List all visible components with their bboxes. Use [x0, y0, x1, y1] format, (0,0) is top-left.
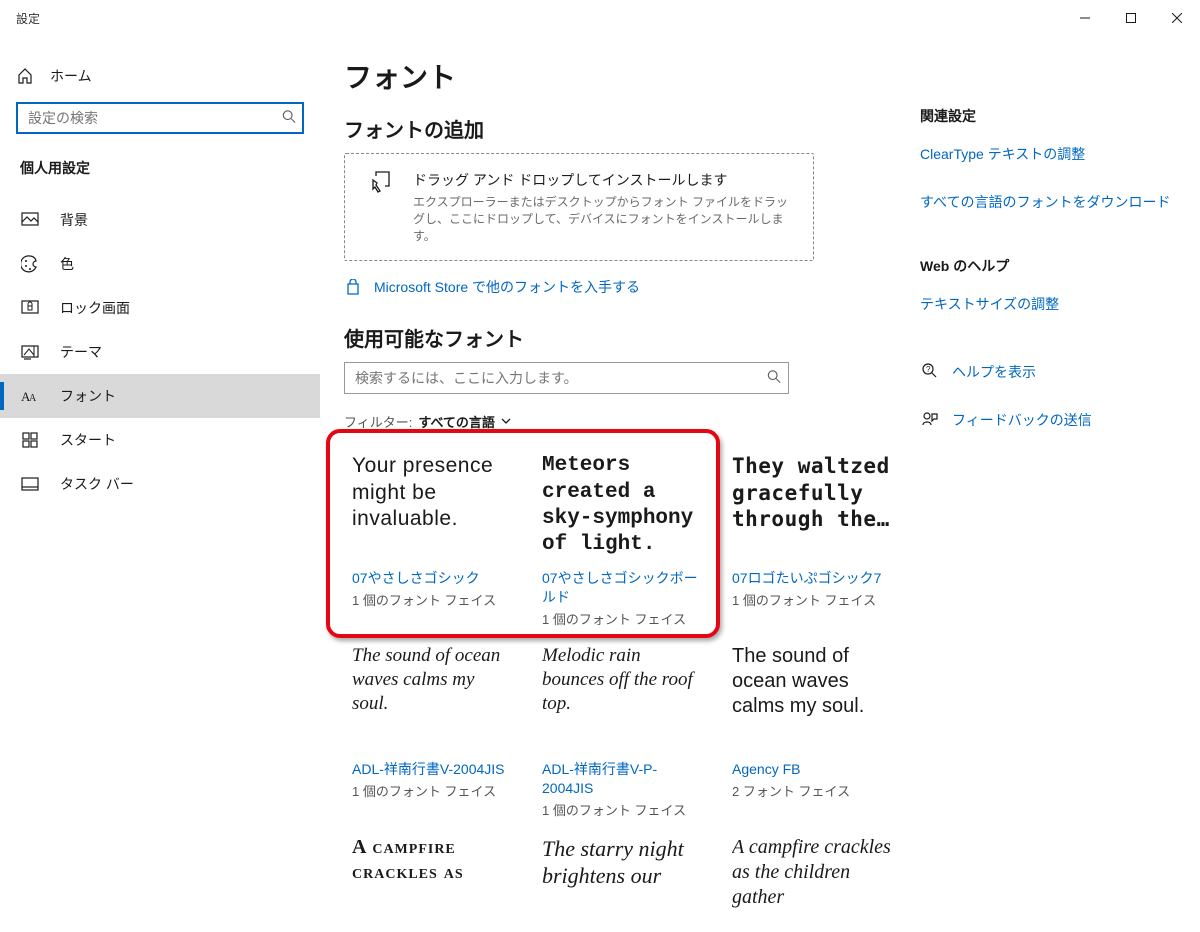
- font-dropzone[interactable]: ドラッグ アンド ドロップしてインストールします エクスプローラーまたはデスクト…: [344, 153, 814, 261]
- font-card[interactable]: The sound of ocean waves calms my soul. A…: [724, 632, 902, 823]
- themes-icon: [20, 342, 40, 362]
- sidebar-home-label: ホーム: [50, 66, 92, 86]
- window-title: 設定: [16, 10, 40, 27]
- font-name: ADL-祥南行書V-P-2004JIS: [542, 760, 704, 798]
- maximize-button[interactable]: [1108, 2, 1154, 34]
- font-sample: The sound of ocean waves calms my soul.: [352, 644, 514, 754]
- font-faces: 2 フォント フェイス: [732, 781, 894, 800]
- shopping-bag-icon: [344, 278, 362, 296]
- feedback-link[interactable]: フィードバックの送信: [920, 406, 1180, 434]
- colors-icon: [20, 254, 40, 274]
- download-all-fonts-link[interactable]: すべての言語のフォントをダウンロード: [920, 188, 1180, 216]
- font-sample: A campfire crackles as: [352, 835, 514, 932]
- sidebar-item-taskbar[interactable]: タスク バー: [0, 462, 320, 506]
- font-faces: 1 個のフォント フェイス: [352, 590, 514, 609]
- search-icon: [767, 370, 781, 387]
- font-card[interactable]: Your presence might be invaluable. 07やさしさ…: [344, 441, 522, 632]
- sidebar-item-label: フォント: [60, 386, 116, 406]
- filter-value: すべての言語: [418, 412, 495, 431]
- sidebar-item-label: 色: [60, 254, 74, 274]
- font-card[interactable]: The sound of ocean waves calms my soul. A…: [344, 632, 522, 823]
- content: フォント フォントの追加 ドラッグ アンド ドロップしてインストールします エク…: [320, 56, 920, 932]
- taskbar-icon: [20, 474, 40, 494]
- font-sample: A campfire crackles as the children gath…: [732, 835, 894, 932]
- sidebar-item-label: ロック画面: [60, 298, 130, 318]
- lockscreen-icon: [20, 298, 40, 318]
- font-sample: Your presence might be invaluable.: [352, 453, 514, 563]
- feedback-icon: [920, 409, 940, 429]
- drag-drop-icon: [367, 170, 395, 198]
- get-help-label: ヘルプを表示: [952, 364, 1036, 380]
- ms-store-link-label: Microsoft Store で他のフォントを入手する: [374, 277, 640, 297]
- minimize-button[interactable]: [1062, 2, 1108, 34]
- font-card[interactable]: The starry night brightens our: [534, 823, 712, 932]
- sidebar-item-label: テーマ: [60, 342, 102, 362]
- font-sample: Melodic rain bounces off the roof top.: [542, 644, 704, 754]
- get-help-link[interactable]: ? ヘルプを表示: [920, 358, 1180, 386]
- font-card[interactable]: A campfire crackles as: [344, 823, 522, 932]
- sidebar-item-background[interactable]: 背景: [0, 198, 320, 242]
- font-name: ADL-祥南行書V-2004JIS: [352, 760, 514, 779]
- font-sample: The starry night brightens our: [542, 835, 704, 932]
- font-name: 07やさしさゴシック: [352, 569, 514, 588]
- font-search-input[interactable]: [344, 362, 789, 394]
- text-size-link[interactable]: テキストサイズの調整: [920, 290, 1180, 318]
- filter-dropdown[interactable]: フィルター: すべての言語: [344, 412, 900, 431]
- sidebar-home[interactable]: ホーム: [0, 56, 320, 96]
- web-help-header: Web のヘルプ: [920, 256, 1180, 276]
- chevron-down-icon: [501, 414, 511, 429]
- font-sample: They waltzed gracefully through the…: [732, 453, 894, 563]
- search-icon: [282, 110, 296, 127]
- sidebar-item-label: 背景: [60, 210, 88, 230]
- ms-store-link[interactable]: Microsoft Store で他のフォントを入手する: [344, 277, 640, 297]
- sidebar: ホーム 個人用設定 背景色ロック画面テーマ AA フォントスタートタスク バー: [0, 36, 320, 932]
- sidebar-item-start[interactable]: スタート: [0, 418, 320, 462]
- svg-text:A: A: [29, 393, 37, 404]
- close-button[interactable]: [1154, 2, 1200, 34]
- titlebar: 設定: [0, 0, 1200, 36]
- cleartype-link[interactable]: ClearType テキストの調整: [920, 140, 1180, 168]
- help-icon: ?: [920, 361, 940, 381]
- font-card[interactable]: They waltzed gracefully through the… 07ロゴ…: [724, 441, 902, 632]
- font-faces: 1 個のフォント フェイス: [542, 609, 704, 628]
- start-icon: [20, 430, 40, 450]
- related-panel: 関連設定 ClearType テキストの調整 すべての言語のフォントをダウンロー…: [920, 56, 1200, 932]
- font-card[interactable]: Meteors created a sky-symphony of light.…: [534, 441, 712, 632]
- sidebar-item-fonts[interactable]: AA フォント: [0, 374, 320, 418]
- dropzone-title: ドラッグ アンド ドロップしてインストールします: [413, 170, 791, 190]
- font-faces: 1 個のフォント フェイス: [542, 800, 704, 819]
- feedback-label: フィードバックの送信: [952, 412, 1092, 428]
- dropzone-desc: エクスプローラーまたはデスクトップからフォント ファイルをドラッグし、ここにドロ…: [413, 194, 791, 244]
- font-card[interactable]: Melodic rain bounces off the roof top. AD…: [534, 632, 712, 823]
- font-sample: The sound of ocean waves calms my soul.: [732, 644, 894, 754]
- sidebar-section-label: 個人用設定: [0, 148, 320, 188]
- available-fonts-heading: 使用可能なフォント: [344, 323, 900, 352]
- sidebar-item-themes[interactable]: テーマ: [0, 330, 320, 374]
- svg-text:?: ?: [926, 365, 931, 374]
- sidebar-item-label: タスク バー: [60, 474, 134, 494]
- home-icon: [16, 67, 34, 85]
- font-faces: 1 個のフォント フェイス: [732, 590, 894, 609]
- settings-search-input[interactable]: [16, 102, 304, 134]
- related-settings-header: 関連設定: [920, 106, 1180, 126]
- font-faces: 1 個のフォント フェイス: [352, 781, 514, 800]
- fonts-icon: AA: [20, 386, 40, 406]
- page-title: フォント: [344, 56, 900, 96]
- sidebar-item-colors[interactable]: 色: [0, 242, 320, 286]
- font-sample: Meteors created a sky-symphony of light.: [542, 453, 704, 563]
- add-fonts-heading: フォントの追加: [344, 114, 900, 143]
- font-card[interactable]: A campfire crackles as the children gath…: [724, 823, 902, 932]
- sidebar-item-lockscreen[interactable]: ロック画面: [0, 286, 320, 330]
- filter-label: フィルター:: [344, 412, 412, 431]
- background-icon: [20, 210, 40, 230]
- window-controls: [1062, 2, 1200, 34]
- font-name: Agency FB: [732, 760, 894, 779]
- font-name: 07やさしさゴシックボールド: [542, 569, 704, 607]
- font-name: 07ロゴたいぷゴシック7: [732, 569, 894, 588]
- sidebar-item-label: スタート: [60, 430, 116, 450]
